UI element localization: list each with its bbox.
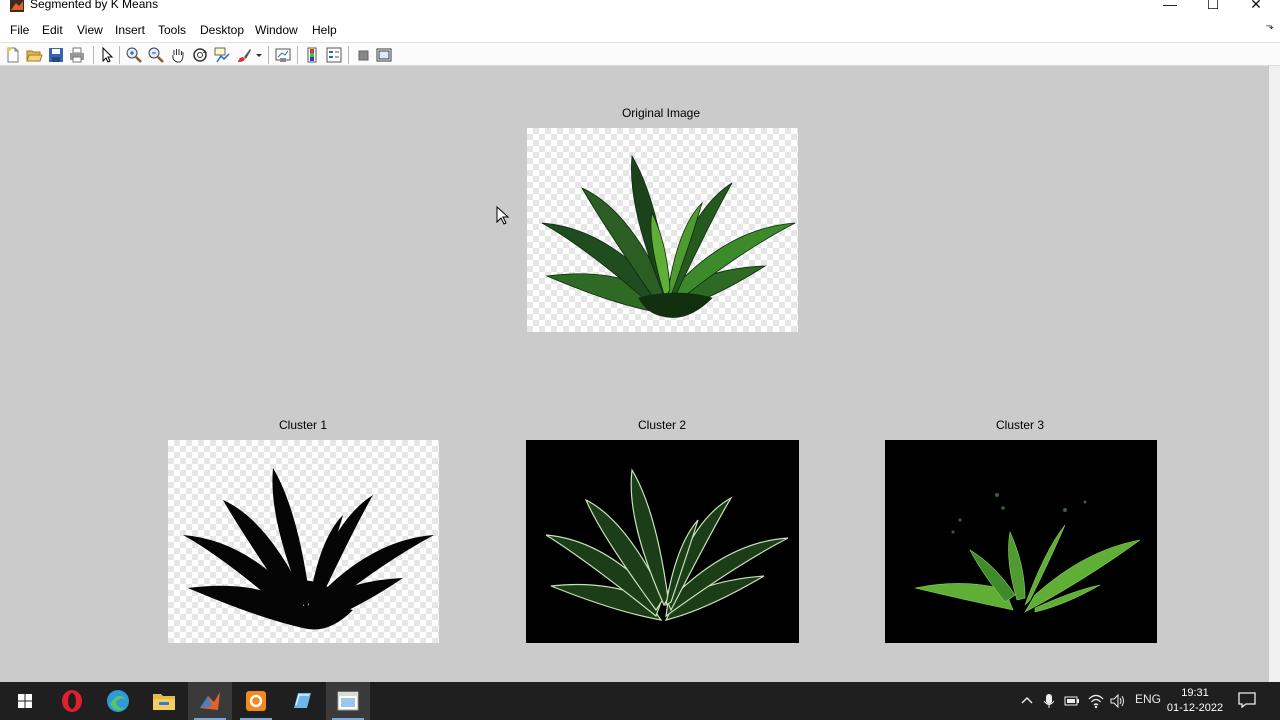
- start-icon: [18, 694, 32, 708]
- taskbar-notepad[interactable]: [280, 682, 324, 720]
- original-image-axes[interactable]: [527, 128, 798, 332]
- wifi-icon[interactable]: [1087, 693, 1105, 709]
- system-clock[interactable]: 19:31 01-12-2022: [1165, 686, 1225, 716]
- edge-icon: [107, 690, 129, 712]
- opera-icon: [62, 690, 82, 712]
- data-cursor-icon[interactable]: [213, 46, 231, 64]
- taskbar-presentation[interactable]: [234, 682, 278, 720]
- menu-view[interactable]: View: [77, 23, 103, 37]
- aloe-plant-image: [541, 154, 796, 318]
- cluster2-outline-image: [545, 468, 789, 621]
- print-icon[interactable]: [68, 46, 86, 64]
- menu-desktop[interactable]: Desktop: [200, 23, 244, 37]
- link-plot-icon[interactable]: [274, 46, 292, 64]
- menu-edit[interactable]: Edit: [42, 23, 63, 37]
- figure-right-edge: [1268, 66, 1280, 682]
- matlab-icon: [200, 692, 220, 710]
- menu-file[interactable]: File: [10, 23, 29, 37]
- taskbar-opera[interactable]: [50, 682, 94, 720]
- rotate-3d-icon[interactable]: [191, 46, 209, 64]
- toolbar-separator: [348, 46, 349, 64]
- original-image-title: Original Image: [621, 106, 701, 120]
- matlab-logo-icon: [10, 0, 24, 12]
- clock-date: 01-12-2022: [1166, 702, 1224, 714]
- undock-arrow-icon[interactable]: ⬎: [1266, 21, 1274, 32]
- cluster2-title: Cluster 2: [637, 418, 687, 432]
- zoom-in-icon[interactable]: [125, 46, 143, 64]
- save-icon[interactable]: [47, 46, 65, 64]
- menu-insert[interactable]: Insert: [115, 23, 145, 37]
- cluster2-axes[interactable]: [526, 440, 799, 643]
- show-hidden-icons-icon[interactable]: [1020, 694, 1034, 708]
- notepad-icon: [294, 693, 311, 708]
- toolbar-separator: [297, 46, 298, 64]
- cluster3-axes[interactable]: [885, 440, 1157, 643]
- battery-icon[interactable]: [1064, 694, 1080, 708]
- mouse-pointer-icon: [496, 206, 510, 225]
- notifications-icon[interactable]: [1238, 692, 1256, 708]
- file-explorer-icon: [153, 694, 175, 710]
- figure-canvas[interactable]: Original Image Cluster 1 Cluster 2 Clust…: [0, 66, 1280, 682]
- colorbar-icon[interactable]: [303, 46, 321, 64]
- cluster3-highlight-image: [914, 493, 1141, 613]
- minimize-button[interactable]: —: [1147, 0, 1193, 18]
- menu-tools[interactable]: Tools: [158, 23, 186, 37]
- figure-toolbar: [0, 42, 1280, 66]
- taskbar-figure-window[interactable]: [326, 682, 370, 720]
- presentation-icon: [246, 691, 266, 711]
- hide-plot-tools-icon[interactable]: [354, 46, 372, 64]
- volume-icon[interactable]: [1109, 693, 1127, 709]
- toolbar-separator: [93, 46, 94, 64]
- taskbar-matlab[interactable]: [188, 682, 232, 720]
- taskbar-edge[interactable]: [96, 682, 140, 720]
- new-figure-icon[interactable]: [4, 46, 22, 64]
- show-plot-tools-icon[interactable]: [375, 46, 393, 64]
- menu-help[interactable]: Help: [312, 23, 337, 37]
- cluster1-title: Cluster 1: [278, 418, 328, 432]
- window-title: Segmented by K Means: [30, 0, 159, 11]
- cluster1-axes[interactable]: [168, 440, 439, 643]
- brush-icon[interactable]: [235, 46, 253, 64]
- title-bar: Segmented by K Means — ☐ ✕: [0, 0, 1280, 18]
- menu-bar: File Edit View Insert Tools Desktop Wind…: [0, 18, 1280, 42]
- maximize-button[interactable]: ☐: [1190, 0, 1236, 18]
- clock-time: 19:31: [1181, 687, 1209, 699]
- taskbar-file-explorer[interactable]: [142, 682, 186, 720]
- microphone-icon[interactable]: [1042, 693, 1056, 709]
- pan-icon[interactable]: [169, 46, 187, 64]
- figure-window-icon: [337, 691, 359, 711]
- cluster1-silhouette-image: [183, 468, 434, 630]
- input-language[interactable]: ENG: [1135, 692, 1161, 706]
- open-file-icon[interactable]: [25, 46, 43, 64]
- zoom-out-icon[interactable]: [147, 46, 165, 64]
- legend-icon[interactable]: [325, 46, 343, 64]
- brush-dropdown-icon[interactable]: [254, 46, 264, 64]
- toolbar-separator: [268, 46, 269, 64]
- close-button[interactable]: ✕: [1233, 0, 1279, 18]
- start-button[interactable]: [3, 682, 47, 720]
- windows-taskbar: ENG 19:31 01-12-2022: [0, 682, 1280, 720]
- menu-window[interactable]: Window: [255, 23, 298, 37]
- cluster3-title: Cluster 3: [995, 418, 1045, 432]
- toolbar-separator: [119, 46, 120, 64]
- edit-plot-icon[interactable]: [98, 46, 116, 64]
